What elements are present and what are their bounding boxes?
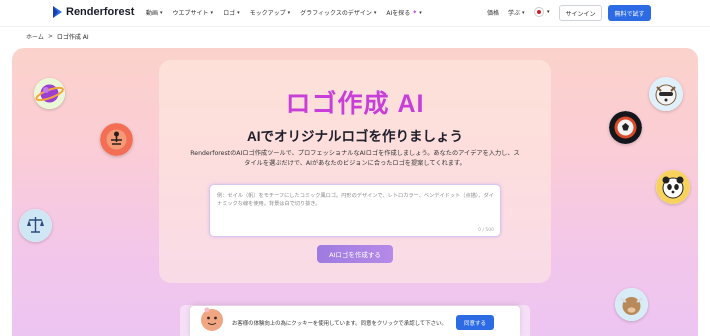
- chevron-down-icon: ▾: [419, 9, 422, 16]
- nav-item-explore-ai[interactable]: AIを探る ✦ ▾: [386, 8, 421, 17]
- breadcrumb-separator: >: [47, 33, 53, 40]
- character-counter: 0 / 500: [478, 228, 494, 233]
- nav-item-learn[interactable]: 学ぶ ▾: [508, 8, 525, 18]
- nav-label: 動画: [146, 10, 159, 17]
- page-title: ロゴ作成 AI: [285, 90, 425, 118]
- chevron-down-icon: ▾: [522, 9, 525, 16]
- bull-logo-icon: [615, 288, 648, 321]
- nav-item-mockup[interactable]: モックアップ ▾: [249, 8, 291, 18]
- scales-logo-icon: [19, 209, 52, 242]
- mascot-icon: [201, 307, 223, 331]
- dog-icon: [649, 77, 683, 111]
- chevron-down-icon: ▾: [210, 9, 214, 16]
- hero-description: RenderforestのAIロゴ作成ツールで、プロフェッショナルなAIロゴを作…: [190, 150, 520, 167]
- cookie-agree-button[interactable]: 同意する: [456, 315, 494, 330]
- panda-icon: [656, 170, 690, 204]
- soccer-ball-icon: [609, 111, 642, 144]
- meditation-logo-icon: [100, 123, 133, 156]
- breadcrumb-home[interactable]: ホーム: [26, 32, 44, 41]
- brand-logo[interactable]: Renderforest: [52, 5, 134, 19]
- nav-label: ウエブサイト: [172, 10, 209, 17]
- signin-button[interactable]: サインイン: [559, 5, 602, 21]
- main-menu: 動画 ▾ ウエブサイト ▾ ロゴ ▾ モックアップ ▾ グラフィックスのデザイン…: [146, 8, 422, 17]
- nav-label: AIを探る: [386, 10, 411, 17]
- meditation-icon: [100, 123, 133, 156]
- nav-label: 学ぶ: [508, 10, 521, 17]
- create-ai-logo-button[interactable]: AIロゴを作成する: [317, 245, 393, 263]
- scales-icon: [19, 209, 52, 242]
- planet-logo-icon: [34, 78, 65, 109]
- prompt-placeholder: 例：セイル（帆）をモチーフにしたコミック風ロゴ。円形のデザインで、レトロカラー、…: [217, 193, 494, 207]
- panda-logo-icon: [656, 170, 690, 204]
- dog-mascot-logo-icon: [649, 77, 683, 111]
- top-navigation-bar: Renderforest 動画 ▾ ウエブサイト ▾ ロゴ ▾ モックアップ ▾…: [0, 0, 710, 27]
- brand-name: Renderforest: [66, 6, 135, 18]
- nav-label: グラフィックスのデザイン: [300, 10, 372, 17]
- sparkle-icon: ✦: [412, 9, 418, 16]
- planet-icon: [34, 78, 65, 109]
- secondary-menu: 価格 学ぶ ▾: [487, 8, 525, 18]
- chevron-down-icon: ▾: [237, 9, 240, 16]
- hero-section: ロゴ作成 AI AIでオリジナルロゴを作りましょう RenderforestのA…: [12, 48, 698, 336]
- nav-label: ロゴ: [223, 10, 236, 17]
- nav-label: モックアップ: [249, 10, 286, 17]
- breadcrumb: ホーム > ロゴ作成 AI: [26, 32, 89, 41]
- nav-item-website[interactable]: ウエブサイト ▾: [172, 8, 214, 18]
- bull-icon: [615, 288, 648, 321]
- chevron-down-icon: ▾: [287, 9, 291, 16]
- nav-item-graphic-design[interactable]: グラフィックスのデザイン ▾: [300, 8, 377, 18]
- nav-item-video[interactable]: 動画 ▾: [146, 8, 163, 18]
- logo-prompt-input[interactable]: 例：セイル（帆）をモチーフにしたコミック風ロゴ。円形のデザインで、レトロカラー、…: [209, 184, 501, 237]
- nav-item-logo[interactable]: ロゴ ▾: [223, 8, 240, 18]
- free-trial-button[interactable]: 無料で試す: [608, 5, 651, 21]
- chevron-down-icon[interactable]: ▾: [547, 9, 550, 15]
- chevron-down-icon: ▾: [373, 9, 377, 16]
- breadcrumb-current: ロゴ作成 AI: [56, 34, 89, 41]
- language-flag-icon[interactable]: [534, 7, 544, 17]
- renderforest-logo-icon: [53, 6, 62, 18]
- nav-item-pricing[interactable]: 価格: [487, 8, 499, 17]
- cookie-message: お客様の体験向上の為にクッキーを使用しています。同意をクリックで承認して下さい。: [232, 321, 447, 327]
- chevron-down-icon: ▾: [160, 9, 163, 16]
- soccer-ball-logo-icon: [609, 111, 642, 144]
